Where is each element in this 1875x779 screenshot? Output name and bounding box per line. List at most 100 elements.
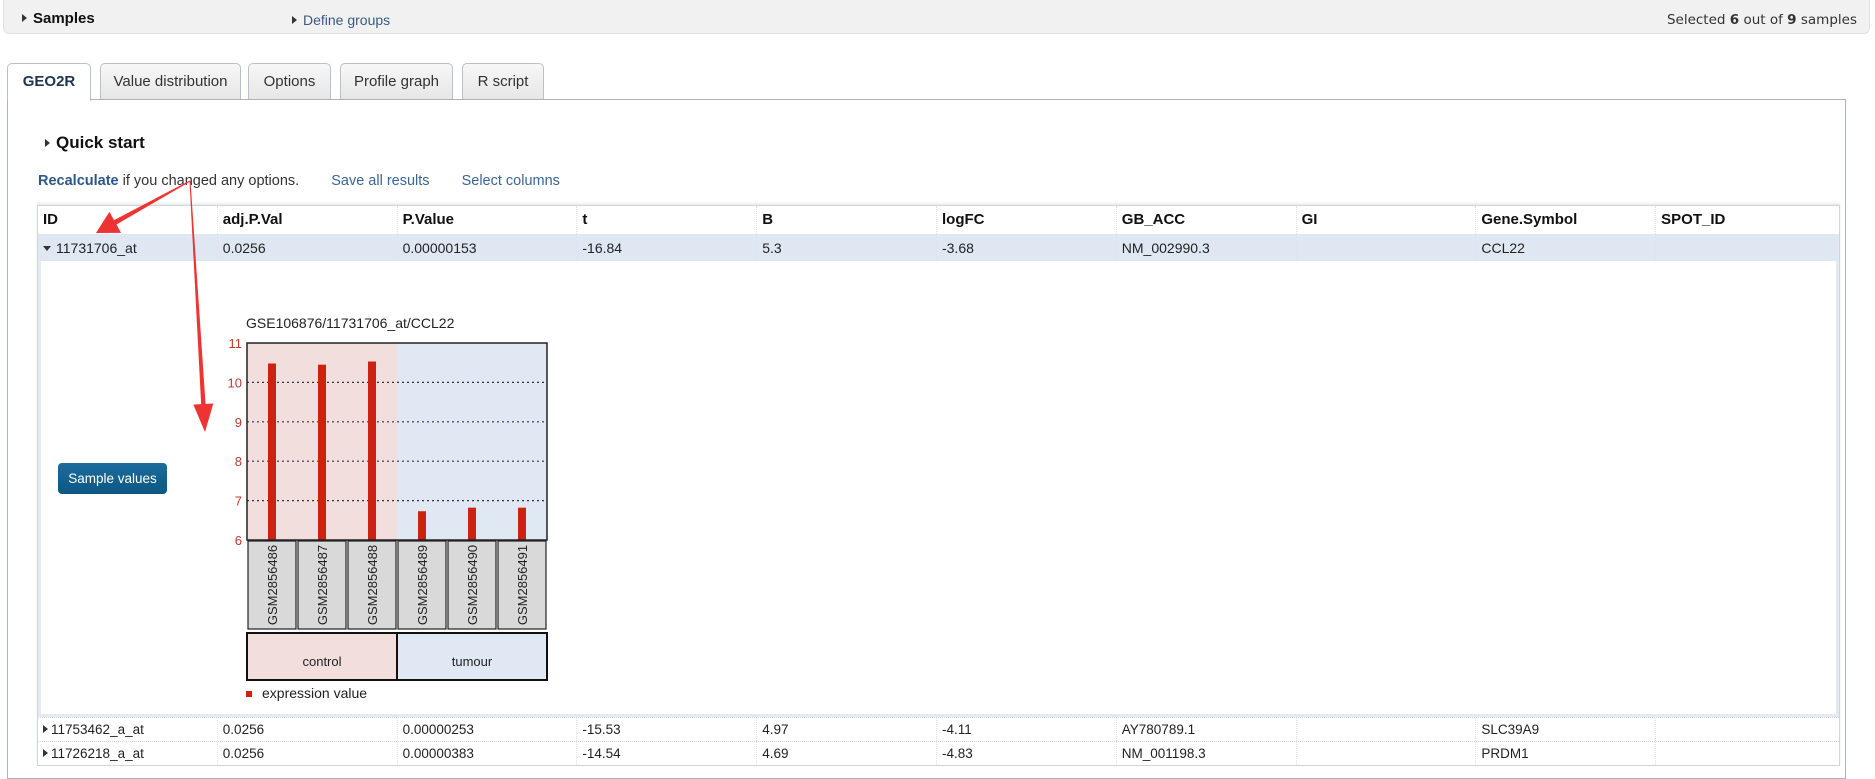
expand-triangle-icon bbox=[43, 725, 48, 733]
table-row[interactable]: 11731706_at 0.0256 0.00000153 -16.84 5.3… bbox=[38, 234, 1839, 261]
cell-t: -16.84 bbox=[577, 234, 758, 261]
x-tick-label: GSM2856487 bbox=[315, 545, 330, 625]
selected-middle: out of bbox=[1739, 12, 1788, 28]
x-tick-label: GSM2856490 bbox=[465, 545, 480, 625]
define-groups-link[interactable]: Define groups bbox=[292, 12, 390, 28]
expand-triangle-icon bbox=[43, 749, 48, 757]
x-tick-label: GSM2856489 bbox=[415, 545, 430, 625]
define-groups-label: Define groups bbox=[303, 12, 391, 28]
cell-p-value: 0.00000153 bbox=[398, 234, 578, 261]
cell-b: 5.3 bbox=[757, 234, 937, 261]
results-table: ID adj.P.Val P.Value t B logFC GB_ACC GI… bbox=[37, 205, 1840, 766]
row-id-cell[interactable]: 11726218_a_at bbox=[38, 742, 218, 765]
y-tick-label: 9 bbox=[235, 415, 242, 430]
cell-spot-id bbox=[1656, 718, 1839, 741]
column-header-gb-acc[interactable]: GB_ACC bbox=[1117, 206, 1297, 234]
column-header-gene-symbol[interactable]: Gene.Symbol bbox=[1476, 206, 1657, 234]
cell-t: -14.54 bbox=[577, 742, 758, 765]
chart-title: GSE106876/11731706_at/CCL22 bbox=[246, 315, 455, 331]
expand-triangle-icon bbox=[45, 139, 50, 147]
samples-toggle[interactable]: Samples bbox=[22, 10, 95, 27]
row-id: 11726218_a_at bbox=[51, 746, 144, 761]
profile-chart: GSE106876/11731706_at/CCL22 6 7 8 9 10 11 GSM28… bbox=[228, 315, 548, 701]
bar-GSM2856487 bbox=[318, 364, 326, 540]
row-id: 11731706_at bbox=[56, 240, 137, 256]
tab-profile-graph[interactable]: Profile graph bbox=[340, 63, 453, 100]
samples-title: Samples bbox=[33, 10, 95, 27]
column-header-gi[interactable]: GI bbox=[1297, 206, 1477, 234]
bar-GSM2856490 bbox=[468, 507, 476, 540]
x-tick-label: GSM2856488 bbox=[365, 545, 380, 625]
bar-GSM2856486 bbox=[268, 363, 276, 540]
cell-gene-symbol: PRDM1 bbox=[1476, 742, 1657, 765]
cell-spot-id bbox=[1656, 234, 1839, 261]
column-header-adj-p-val[interactable]: adj.P.Val bbox=[218, 206, 398, 234]
group-label: tumour bbox=[452, 654, 493, 669]
total-count: 9 bbox=[1787, 12, 1797, 28]
cell-t: -15.53 bbox=[577, 718, 758, 741]
cell-logfc: -4.11 bbox=[937, 718, 1117, 741]
cell-spot-id bbox=[1656, 742, 1839, 765]
recalculate-note: if you changed any options. bbox=[118, 173, 300, 189]
column-header-p-value[interactable]: P.Value bbox=[398, 206, 578, 234]
tab-r-script[interactable]: R script bbox=[462, 63, 544, 100]
expand-triangle-icon bbox=[292, 16, 297, 24]
cell-b: 4.97 bbox=[757, 718, 937, 741]
column-header-b[interactable]: B bbox=[757, 206, 937, 234]
tab-value-distribution[interactable]: Value distribution bbox=[100, 63, 241, 100]
quick-start-label: Quick start bbox=[56, 133, 145, 152]
selected-samples-status: Selected 6 out of 9 samples bbox=[1667, 12, 1857, 28]
y-tick-label: 10 bbox=[228, 375, 242, 390]
y-tick-label: 8 bbox=[235, 454, 242, 469]
y-tick-label: 11 bbox=[229, 336, 243, 351]
selected-suffix: samples bbox=[1796, 12, 1857, 28]
cell-gi bbox=[1297, 234, 1477, 261]
action-links: Recalculate if you changed any options. … bbox=[38, 173, 560, 189]
cell-b: 4.69 bbox=[757, 742, 937, 765]
row-id-cell[interactable]: 11731706_at bbox=[38, 234, 218, 261]
select-columns-link[interactable]: Select columns bbox=[462, 173, 560, 189]
legend-marker bbox=[246, 691, 252, 697]
selected-prefix: Selected bbox=[1666, 12, 1730, 28]
samples-bar: Samples Define groups Selected 6 out of … bbox=[3, 0, 1870, 34]
legend-label: expression value bbox=[262, 685, 367, 701]
cell-gb-acc: AY780789.1 bbox=[1117, 718, 1297, 741]
x-tick-label: GSM2856491 bbox=[515, 545, 530, 625]
cell-p-value: 0.00000253 bbox=[398, 718, 578, 741]
expand-triangle-icon bbox=[22, 14, 27, 22]
quick-start-toggle[interactable]: Quick start bbox=[45, 133, 145, 153]
column-header-spot-id[interactable]: SPOT_ID bbox=[1656, 206, 1839, 234]
table-row[interactable]: 11753462_a_at 0.0256 0.00000253 -15.53 4… bbox=[38, 717, 1839, 741]
cell-adj-p-val: 0.0256 bbox=[218, 742, 398, 765]
cell-gb-acc: NM_001198.3 bbox=[1117, 742, 1297, 765]
bar-GSM2856488 bbox=[368, 361, 376, 540]
row-detail-panel: Sample values GSE106876/11731706_at/CCL2… bbox=[38, 261, 1839, 717]
tab-geo2r[interactable]: GEO2R bbox=[7, 63, 91, 101]
cell-gene-symbol: SLC39A9 bbox=[1476, 718, 1657, 741]
y-tick-label: 7 bbox=[235, 494, 242, 509]
row-id: 11753462_a_at bbox=[51, 722, 144, 737]
cell-gb-acc: NM_002990.3 bbox=[1117, 234, 1297, 261]
recalculate-link[interactable]: Recalculate bbox=[38, 173, 119, 189]
column-header-logfc[interactable]: logFC bbox=[937, 206, 1117, 234]
bar-GSM2856491 bbox=[518, 507, 526, 540]
tab-options[interactable]: Options bbox=[248, 63, 331, 100]
column-header-t[interactable]: t bbox=[577, 206, 758, 234]
selected-count: 6 bbox=[1729, 12, 1740, 28]
x-tick-label: GSM2856486 bbox=[265, 545, 280, 625]
cell-p-value: 0.00000383 bbox=[398, 742, 578, 765]
cell-logfc: -3.68 bbox=[937, 234, 1117, 261]
cell-gi bbox=[1297, 742, 1477, 765]
table-row[interactable]: 11726218_a_at 0.0256 0.00000383 -14.54 4… bbox=[38, 741, 1839, 765]
y-tick-label: 6 bbox=[235, 533, 242, 548]
collapse-triangle-icon bbox=[43, 246, 51, 251]
column-header-id[interactable]: ID bbox=[38, 206, 218, 234]
cell-logfc: -4.83 bbox=[937, 742, 1117, 765]
cell-gene-symbol: CCL22 bbox=[1476, 234, 1657, 261]
cell-gi bbox=[1297, 718, 1477, 741]
row-id-cell[interactable]: 11753462_a_at bbox=[38, 718, 218, 741]
save-all-results-link[interactable]: Save all results bbox=[331, 173, 429, 189]
group-label: control bbox=[302, 654, 341, 669]
table-header-row: ID adj.P.Val P.Value t B logFC GB_ACC GI… bbox=[38, 206, 1839, 234]
cell-adj-p-val: 0.0256 bbox=[218, 234, 398, 261]
